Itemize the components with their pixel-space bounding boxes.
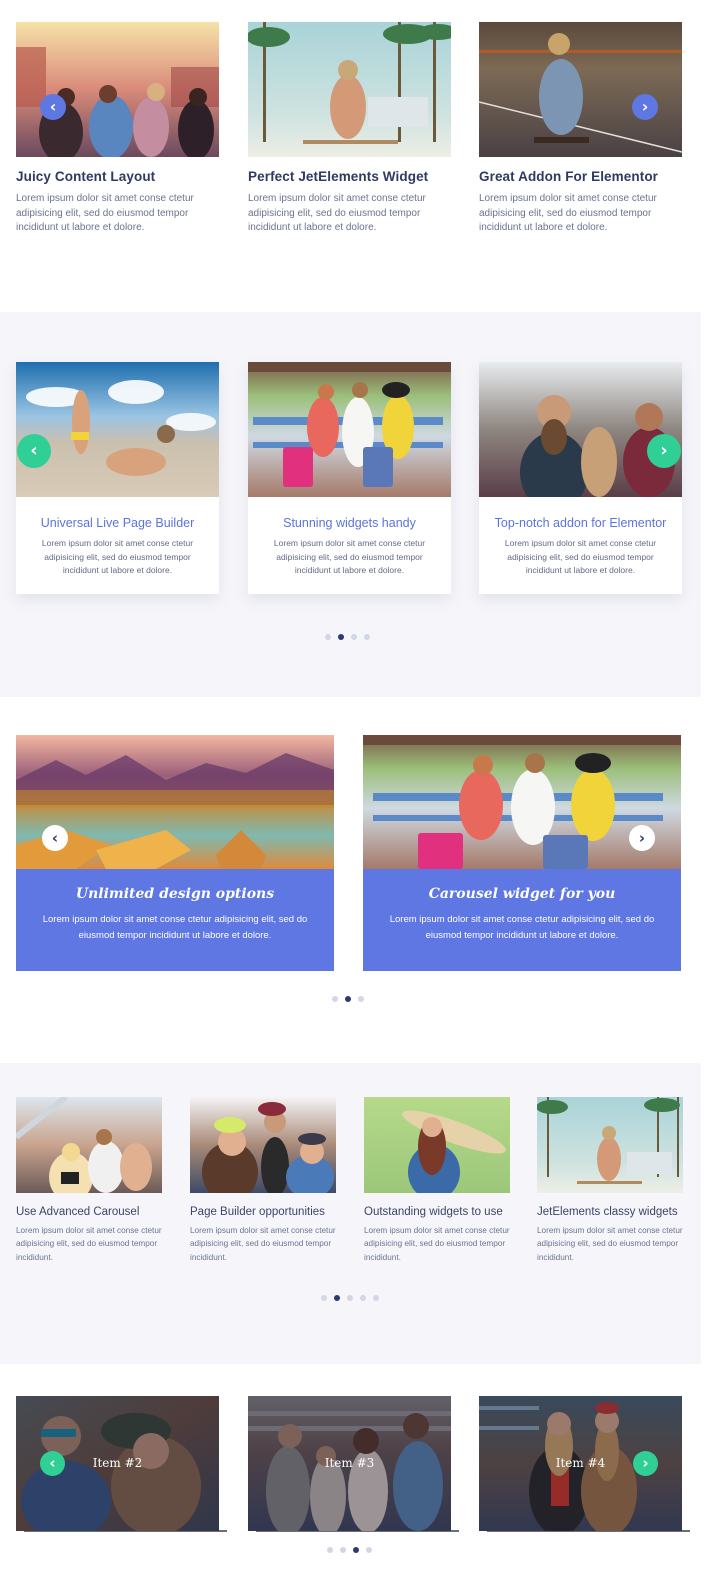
card-image bbox=[479, 22, 682, 157]
card-title: Outstanding widgets to use bbox=[364, 1206, 503, 1218]
pagination-dot[interactable] bbox=[327, 1547, 333, 1553]
pagination-dot[interactable] bbox=[360, 1295, 366, 1301]
card-label: Item #3 bbox=[324, 1456, 375, 1470]
pagination-dot[interactable] bbox=[351, 634, 357, 640]
card-image bbox=[16, 22, 219, 157]
pagination-dot-active[interactable] bbox=[345, 996, 351, 1002]
carousel-prev-button[interactable]: ‹ bbox=[40, 94, 66, 120]
carousel-pagination bbox=[332, 996, 364, 1002]
card-text: Lorem ipsum dolor sit amet conse ctetur … bbox=[248, 193, 426, 233]
card-title: Great Addon For Elementor bbox=[479, 169, 659, 184]
card-image bbox=[16, 1097, 162, 1193]
carousel-card[interactable]: Use Advanced Carousel Lorem ipsum dolor … bbox=[16, 1097, 162, 1264]
card-title: Carousel widget for you bbox=[428, 886, 616, 902]
card-text: Lorem ipsum dolor sit amet conse ctetur … bbox=[16, 1226, 162, 1262]
chevron-right-icon: › bbox=[641, 97, 649, 116]
carousel-pagination bbox=[325, 634, 370, 640]
card-text: Lorem ipsum dolor sit amet conse ctetur … bbox=[504, 538, 657, 575]
card-title: JetElements classy widgets bbox=[537, 1206, 678, 1218]
card-image bbox=[16, 735, 334, 869]
carousel-pagination bbox=[321, 1295, 379, 1301]
carousel-card[interactable]: Unlimited design options Lorem ipsum dol… bbox=[16, 735, 334, 971]
carousel-card[interactable]: Page Builder opportunities Lorem ipsum d… bbox=[190, 1097, 336, 1264]
carousel-next-button[interactable]: › bbox=[632, 94, 658, 120]
carousel-card[interactable]: Item #3 bbox=[248, 1396, 459, 1532]
carousel-card[interactable]: › Great Addon For Elementor Lorem ipsum … bbox=[479, 22, 682, 236]
chevron-left-icon: ‹ bbox=[49, 97, 57, 116]
carousel-card[interactable]: Outstanding widgets to use Lorem ipsum d… bbox=[364, 1097, 510, 1264]
pagination-dot[interactable] bbox=[321, 1295, 327, 1301]
card-title: Universal Live Page Builder bbox=[40, 516, 195, 530]
card-image bbox=[537, 1097, 683, 1193]
card-title: Unlimited design options bbox=[75, 886, 275, 902]
pagination-dot[interactable] bbox=[340, 1547, 346, 1553]
card-text: Lorem ipsum dolor sit amet conse ctetur … bbox=[42, 914, 308, 941]
card-image bbox=[248, 362, 451, 497]
carousel-card[interactable]: Carousel widget for you Lorem ipsum dolo… bbox=[363, 735, 681, 971]
card-title: Page Builder opportunities bbox=[190, 1206, 325, 1218]
pagination-dot[interactable] bbox=[358, 996, 364, 1002]
pagination-dot[interactable] bbox=[347, 1295, 353, 1301]
chevron-right-icon: › bbox=[660, 440, 668, 461]
carousel-card[interactable]: ‹ Juicy Content Layout Lorem ipsum dolor… bbox=[16, 22, 219, 236]
carousel-pagination bbox=[327, 1547, 372, 1553]
carousel-next-button[interactable]: › bbox=[629, 825, 655, 851]
card-title: Perfect JetElements Widget bbox=[248, 169, 429, 184]
chevron-left-icon: ‹ bbox=[51, 828, 59, 847]
carousel-card[interactable]: Perfect JetElements Widget Lorem ipsum d… bbox=[248, 22, 451, 236]
chevron-right-icon: › bbox=[642, 1454, 649, 1472]
pagination-dot[interactable] bbox=[332, 996, 338, 1002]
carousel-prev-button[interactable]: ‹ bbox=[42, 825, 68, 851]
card-image bbox=[364, 1097, 510, 1193]
card-image bbox=[190, 1097, 336, 1193]
card-text: Lorem ipsum dolor sit amet conse ctetur … bbox=[537, 1226, 683, 1262]
card-text: Lorem ipsum dolor sit amet conse ctetur … bbox=[479, 193, 657, 233]
pagination-dot-active[interactable] bbox=[334, 1295, 340, 1301]
card-image bbox=[16, 362, 219, 497]
carousel-next-button[interactable]: › bbox=[647, 434, 681, 468]
carousel-card[interactable]: Top-notch addon for Elementor Lorem ipsu… bbox=[479, 362, 682, 594]
card-title: Stunning widgets handy bbox=[283, 516, 416, 530]
card-text: Lorem ipsum dolor sit amet conse ctetur … bbox=[273, 538, 426, 575]
carousel-card[interactable]: Universal Live Page Builder Lorem ipsum … bbox=[16, 362, 219, 594]
card-image bbox=[363, 735, 681, 869]
pagination-dot-active[interactable] bbox=[338, 634, 344, 640]
chevron-left-icon: ‹ bbox=[49, 1454, 56, 1472]
pagination-dot-active[interactable] bbox=[353, 1547, 359, 1553]
card-image bbox=[479, 362, 682, 497]
carousel-prev-button[interactable]: ‹ bbox=[40, 1451, 65, 1476]
carousel-prev-button[interactable]: ‹ bbox=[17, 434, 51, 468]
pagination-dot[interactable] bbox=[325, 634, 331, 640]
card-text: Lorem ipsum dolor sit amet conse ctetur … bbox=[389, 914, 655, 941]
card-image bbox=[248, 22, 451, 157]
carousel-card[interactable]: JetElements classy widgets Lorem ipsum d… bbox=[537, 1097, 683, 1264]
chevron-left-icon: ‹ bbox=[30, 440, 38, 461]
carousel-card[interactable]: Stunning widgets handy Lorem ipsum dolor… bbox=[248, 362, 451, 594]
card-text: Lorem ipsum dolor sit amet conse ctetur … bbox=[190, 1226, 336, 1262]
card-text: Lorem ipsum dolor sit amet conse ctetur … bbox=[364, 1226, 510, 1262]
chevron-right-icon: › bbox=[638, 828, 646, 847]
carousel-section-1: ‹ Juicy Content Layout Lorem ipsum dolor… bbox=[0, 0, 709, 312]
pagination-dot[interactable] bbox=[373, 1295, 379, 1301]
card-text: Lorem ipsum dolor sit amet conse ctetur … bbox=[16, 193, 194, 233]
card-title: Juicy Content Layout bbox=[16, 169, 156, 184]
card-title: Top-notch addon for Elementor bbox=[494, 516, 667, 530]
pagination-dot[interactable] bbox=[364, 634, 370, 640]
carousel-next-button[interactable]: › bbox=[633, 1451, 658, 1476]
card-text: Lorem ipsum dolor sit amet conse ctetur … bbox=[41, 538, 194, 575]
pagination-dot[interactable] bbox=[366, 1547, 372, 1553]
card-title: Use Advanced Carousel bbox=[16, 1206, 140, 1218]
